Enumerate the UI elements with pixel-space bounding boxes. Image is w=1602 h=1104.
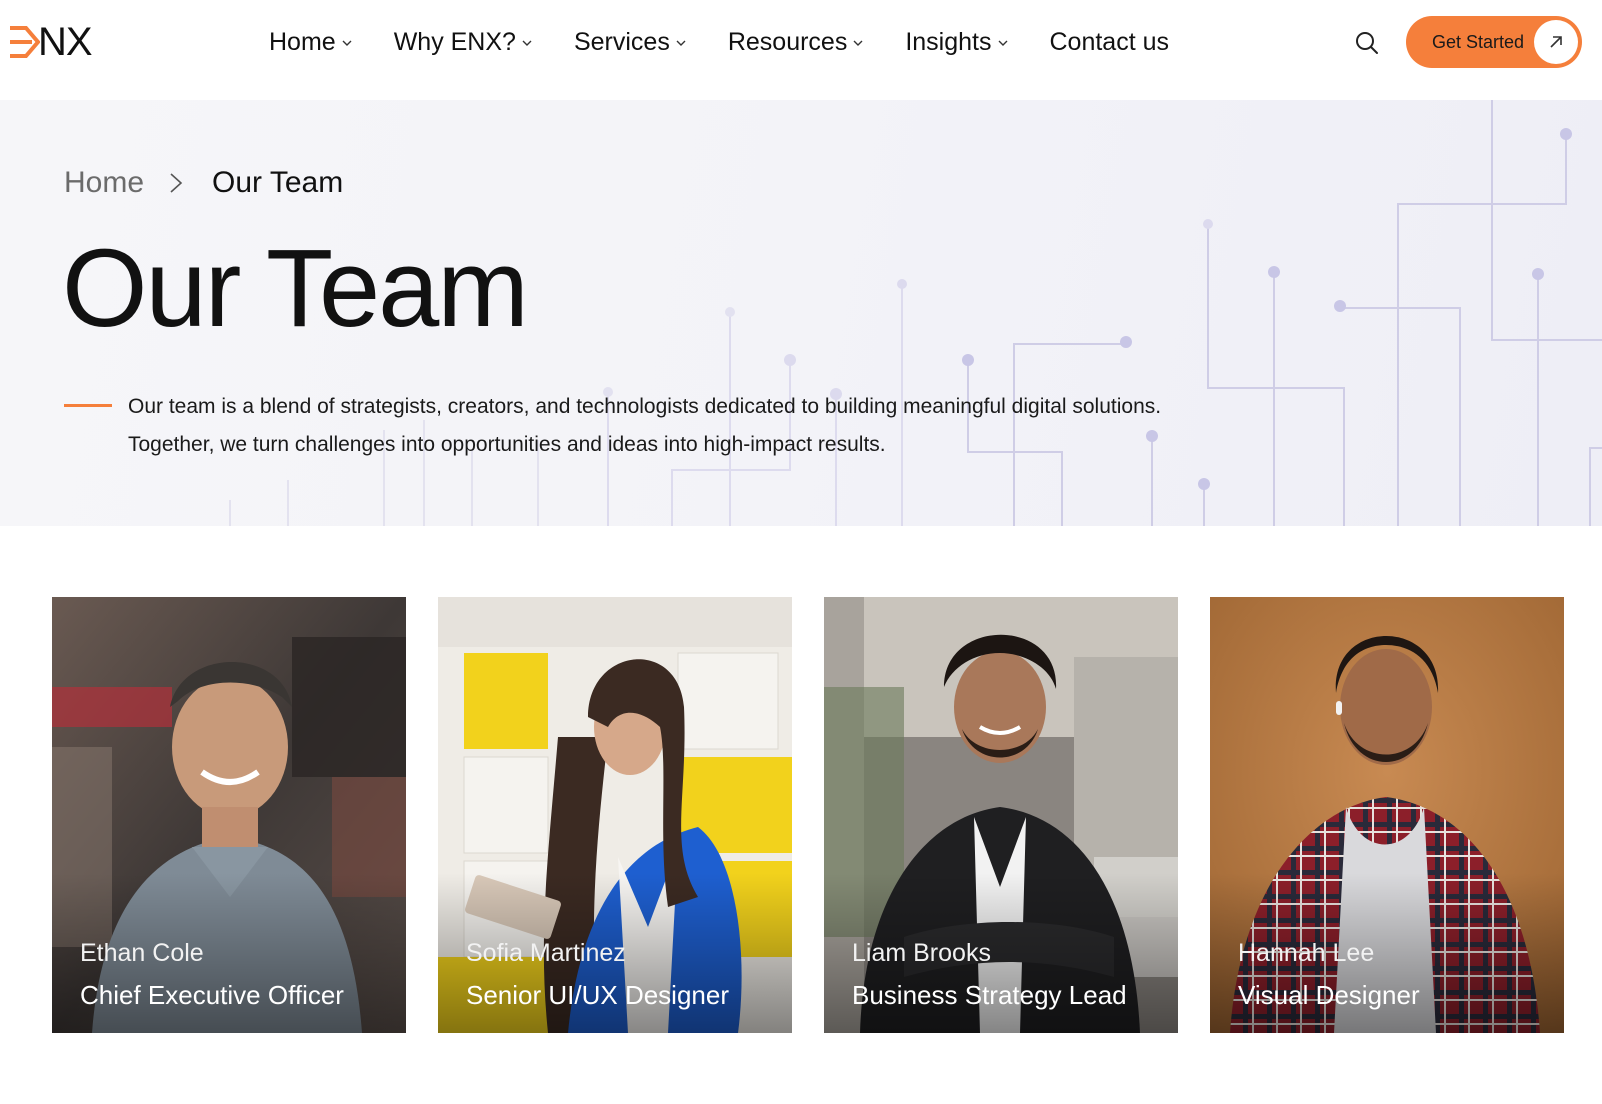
intro-line-1: Our team is a blend of strategists, crea… — [128, 395, 1162, 418]
nav-why-enx[interactable]: Why ENX? — [394, 28, 532, 57]
breadcrumb-home-link[interactable]: Home — [64, 166, 144, 200]
arrow-up-right-icon — [1550, 36, 1562, 48]
search-icon[interactable] — [1352, 28, 1382, 58]
team-card[interactable]: Hannah Lee Visual Designer — [1210, 597, 1564, 1033]
intro-paragraph: Our team is a blend of strategists, crea… — [128, 388, 1228, 464]
nav-insights-label: Insights — [905, 27, 992, 56]
nav-services[interactable]: Services — [574, 28, 686, 57]
chevron-down-icon — [676, 40, 686, 46]
intro-accent-divider — [64, 404, 112, 407]
member-name: Ethan Cole — [80, 939, 204, 967]
chevron-down-icon — [522, 40, 532, 46]
breadcrumb: Home Our Team — [64, 166, 343, 200]
member-name: Sofia Martinez — [466, 939, 626, 967]
member-name: Hannah Lee — [1238, 939, 1375, 967]
logo-text: NX — [38, 20, 93, 64]
team-card[interactable]: Liam Brooks Business Strategy Lead — [824, 597, 1178, 1033]
member-role: Senior UI/UX Designer — [466, 980, 729, 1010]
nav-home-label: Home — [269, 27, 336, 56]
intro-line-2: Together, we turn challenges into opport… — [128, 433, 886, 456]
breadcrumb-current: Our Team — [212, 166, 344, 199]
chevron-right-icon — [170, 173, 183, 193]
site-header: NX Home Why ENX? Services Resources Insi… — [0, 0, 1602, 100]
chevron-down-icon — [853, 40, 863, 46]
nav-insights[interactable]: Insights — [905, 28, 1007, 57]
chevron-down-icon — [342, 40, 352, 46]
member-role: Visual Designer — [1238, 980, 1420, 1010]
nav-resources-label: Resources — [727, 27, 848, 56]
get-started-button[interactable]: Get Started — [1406, 16, 1582, 68]
cta-arrow-wrapper — [1534, 20, 1578, 64]
logo-chevron-icon — [10, 26, 40, 58]
chevron-down-icon — [998, 40, 1007, 46]
team-card[interactable]: Sofia Martinez Senior UI/UX Designer — [438, 597, 792, 1033]
member-role: Business Strategy Lead — [852, 980, 1127, 1010]
enx-logo[interactable]: NX — [8, 20, 93, 64]
get-started-label: Get Started — [1432, 31, 1525, 52]
member-name: Liam Brooks — [852, 939, 991, 967]
hero-section: Home Our Team Our Team Our team is a ble… — [0, 100, 1602, 526]
nav-why-enx-label: Why ENX? — [393, 27, 516, 56]
nav-contact-us[interactable]: Contact us — [1050, 28, 1170, 57]
nav-home[interactable]: Home — [269, 28, 352, 57]
team-card[interactable]: Ethan Cole Chief Executive Officer — [52, 597, 406, 1033]
member-role: Chief Executive Officer — [80, 980, 344, 1010]
nav-services-label: Services — [573, 27, 670, 56]
nav-contact-us-label: Contact us — [1049, 27, 1170, 56]
main-nav: Home Why ENX? Services Resources Insight… — [269, 26, 1169, 58]
page-title: Our Team — [62, 227, 529, 350]
nav-resources[interactable]: Resources — [728, 28, 864, 57]
